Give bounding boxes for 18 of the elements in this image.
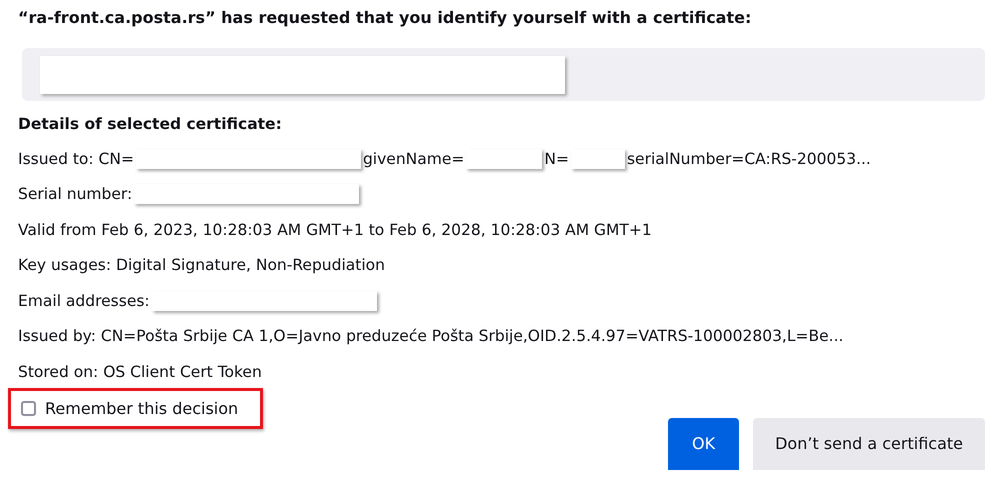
dont-send-button[interactable]: Don’t send a certificate — [753, 418, 985, 470]
detail-text: Issued by: CN=Pošta Srbije CA 1,O=Javno preduzeće Pošta Srbije,OID.2.5.4.97=VATRS-100002803,L=Be... — [18, 327, 844, 346]
detail-text: givenName= — [362, 150, 464, 168]
detail-text: Serial number: — [18, 185, 132, 204]
detail-text: serialNumber=CA:RS-200053... — [626, 150, 871, 168]
details-heading: Details of selected certificate: — [18, 115, 283, 135]
detail-text: Key usages: Digital Signature, Non-Repudiation — [18, 256, 385, 274]
detail-text: Stored on: OS Client Cert Token — [18, 362, 262, 381]
detail-text: Email addresses: — [18, 292, 150, 310]
ok-button[interactable]: OK — [668, 418, 740, 470]
redaction-block — [570, 148, 625, 169]
detail-text: Issued to: CN= — [18, 150, 134, 168]
checkbox[interactable] — [21, 400, 36, 416]
detail-text: N= — [544, 150, 569, 168]
checkbox-label: Remember this decision — [45, 398, 238, 418]
detail-text: Valid from Feb 6, 2023, 10:28:03 AM GMT+1 to Feb 6, 2028, 10:28:03 AM GMT+1 — [18, 220, 652, 239]
certificate-select[interactable] — [22, 48, 985, 101]
prompt-text: “ra-front.ca.posta.rs” has requested that you identify yourself with a certificate: — [18, 8, 752, 29]
